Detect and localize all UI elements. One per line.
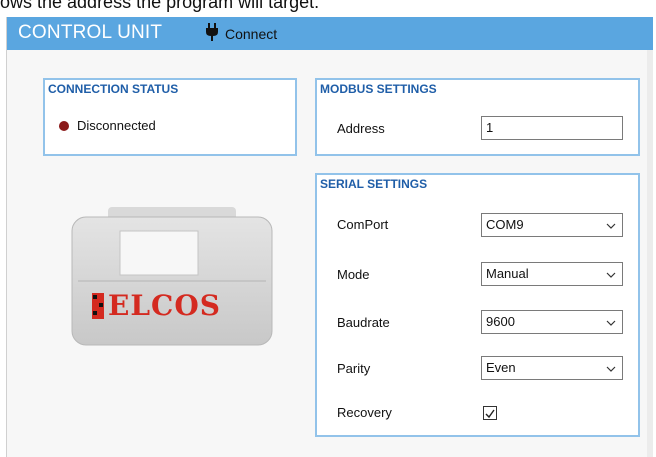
connection-status-title: CONNECTION STATUS xyxy=(48,82,179,96)
baudrate-label: Baudrate xyxy=(337,315,390,330)
connection-status-text: Disconnected xyxy=(77,118,156,133)
title-bar: CONTROL UNIT Connect xyxy=(7,17,653,50)
status-indicator-icon xyxy=(59,120,69,131)
serial-settings-group: SERIAL SETTINGS ComPort COM9 Mode Manual… xyxy=(315,173,640,437)
baudrate-value: 9600 xyxy=(486,314,515,329)
parity-select[interactable]: Even xyxy=(481,356,623,380)
comport-label: ComPort xyxy=(337,217,389,232)
recovery-checkbox[interactable] xyxy=(483,406,497,420)
document-caption-text: ows the address the program will target. xyxy=(0,0,320,12)
address-label: Address xyxy=(337,121,385,136)
connect-button-label: Connect xyxy=(225,26,278,42)
window-title: CONTROL UNIT xyxy=(18,22,163,43)
comport-select[interactable]: COM9 xyxy=(481,213,623,237)
comport-value: COM9 xyxy=(486,217,524,232)
control-unit-window: CONTROL UNIT Connect CONNECTION STATUS D… xyxy=(6,17,653,457)
address-input[interactable]: 1 xyxy=(481,116,623,140)
serial-settings-title: SERIAL SETTINGS xyxy=(320,177,428,191)
window-right-edge xyxy=(647,50,653,457)
plug-icon xyxy=(205,22,219,46)
mode-label: Mode xyxy=(337,267,370,282)
connection-status-row: Disconnected xyxy=(59,118,156,133)
mode-select[interactable]: Manual xyxy=(481,262,623,286)
parity-value: Even xyxy=(486,360,516,375)
connection-status-group: CONNECTION STATUS Disconnected xyxy=(43,78,297,156)
chevron-down-icon xyxy=(606,268,616,283)
mode-value: Manual xyxy=(486,266,529,281)
modbus-settings-group: MODBUS SETTINGS Address 1 xyxy=(315,78,640,156)
connect-button[interactable]: Connect xyxy=(205,22,278,46)
modbus-settings-title: MODBUS SETTINGS xyxy=(320,82,437,96)
parity-label: Parity xyxy=(337,361,371,376)
recovery-label: Recovery xyxy=(337,405,392,420)
chevron-down-icon xyxy=(606,219,616,234)
baudrate-select[interactable]: 9600 xyxy=(481,310,623,334)
elcos-device-image: ELCOS xyxy=(68,207,278,357)
device-brand-label: ELCOS xyxy=(108,289,221,322)
chevron-down-icon xyxy=(606,316,616,331)
chevron-down-icon xyxy=(606,362,616,377)
checkmark-icon xyxy=(485,409,495,419)
